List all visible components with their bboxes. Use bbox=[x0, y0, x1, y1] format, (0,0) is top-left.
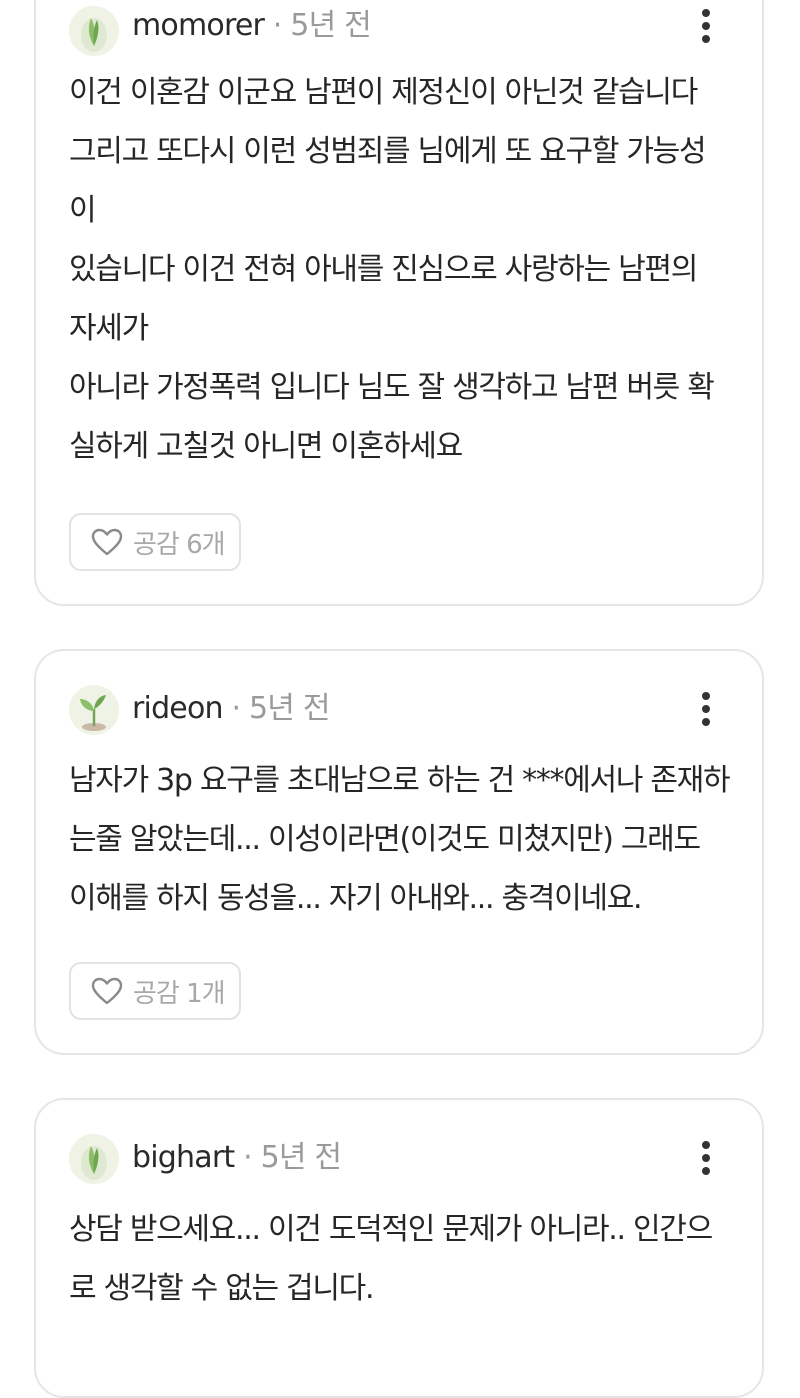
more-options-button[interactable] bbox=[696, 689, 716, 729]
comment-line: 상담 받으세요... 이건 도덕적인 문제가 아니라.. 인간으 bbox=[69, 1212, 713, 1247]
more-dot bbox=[702, 1167, 710, 1175]
sprout-icon bbox=[81, 18, 107, 52]
comment-line: 실하게 고칠것 아니면 이혼하세요 bbox=[69, 429, 463, 464]
comment-card: momorer · 5년 전 이건 이혼감 이군요 남편이 제정신이 아닌것 같… bbox=[34, 0, 764, 606]
author-name[interactable]: bighart bbox=[132, 1140, 235, 1175]
comment-line: 그리고 또다시 이런 성범죄를 님에게 또 요구할 가능성 bbox=[69, 134, 707, 169]
comment-line: 있습니다 이건 전혀 아내를 진심으로 사랑하는 남편의 bbox=[69, 252, 698, 287]
more-dot bbox=[702, 1141, 710, 1149]
seedling-icon bbox=[80, 695, 106, 731]
more-options-button[interactable] bbox=[696, 6, 716, 46]
heart-icon bbox=[91, 528, 123, 556]
comment-time: 5년 전 bbox=[249, 691, 330, 726]
avatar[interactable] bbox=[69, 6, 119, 56]
comment-card: rideon · 5년 전 남자가 3p 요구를 초대남으로 하는 건 ***에… bbox=[34, 649, 764, 1055]
comment-time: 5년 전 bbox=[290, 8, 371, 43]
comment-line: 남자가 3p 요구를 초대남으로 하는 건 ***에서나 존재하 bbox=[69, 763, 731, 798]
meta-separator: · bbox=[272, 8, 283, 43]
like-count: 공감 6개 bbox=[133, 529, 226, 560]
comment-line: 이건 이혼감 이군요 남편이 제정신이 아닌것 같습니다 bbox=[69, 75, 698, 110]
comment-text: 이건 이혼감 이군요 남편이 제정신이 아닌것 같습니다 그리고 또다시 이런 … bbox=[69, 63, 742, 476]
comment-time: 5년 전 bbox=[260, 1140, 342, 1175]
comment-card: bighart · 5년 전 상담 받으세요... 이건 도덕적인 문제가 아니… bbox=[34, 1098, 764, 1398]
comment-line: 로 생각할 수 없는 겁니다. bbox=[69, 1271, 374, 1306]
like-count: 공감 1개 bbox=[133, 978, 226, 1009]
comment-line: 는줄 알았는데... 이성이라면(이것도 미쳤지만) 그래도 bbox=[69, 822, 701, 857]
sprout-icon bbox=[81, 1146, 107, 1180]
comment-meta: momorer · 5년 전 bbox=[132, 6, 372, 46]
more-dot bbox=[702, 692, 710, 700]
avatar[interactable] bbox=[69, 1134, 119, 1184]
more-dot bbox=[702, 22, 710, 30]
more-dot bbox=[702, 1154, 710, 1162]
heart-icon bbox=[91, 977, 123, 1005]
more-dot bbox=[702, 705, 710, 713]
author-name[interactable]: momorer bbox=[132, 8, 265, 43]
comment-meta: rideon · 5년 전 bbox=[132, 689, 330, 729]
meta-separator: · bbox=[243, 1140, 253, 1175]
comment-text: 상담 받으세요... 이건 도덕적인 문제가 아니라.. 인간으 로 생각할 수… bbox=[69, 1200, 742, 1318]
comment-line: 자세가 bbox=[69, 311, 149, 346]
meta-separator: · bbox=[231, 691, 242, 726]
comment-line: 이해를 하지 동성을... 자기 아내와... 충격이네요. bbox=[69, 881, 643, 916]
comment-line: 이 bbox=[69, 193, 97, 228]
more-dot bbox=[702, 35, 710, 43]
author-name[interactable]: rideon bbox=[132, 691, 224, 726]
more-dot bbox=[702, 9, 710, 17]
more-dot bbox=[702, 718, 710, 726]
more-options-button[interactable] bbox=[696, 1138, 716, 1178]
comment-line: 아니라 가정폭력 입니다 님도 잘 생각하고 남편 버릇 확 bbox=[69, 370, 715, 405]
comment-meta: bighart · 5년 전 bbox=[132, 1138, 342, 1178]
like-button[interactable]: 공감 6개 bbox=[69, 513, 241, 571]
avatar[interactable] bbox=[69, 685, 119, 735]
like-button[interactable]: 공감 1개 bbox=[69, 962, 241, 1020]
comment-text: 남자가 3p 요구를 초대남으로 하는 건 ***에서나 존재하 는줄 알았는데… bbox=[69, 751, 742, 928]
